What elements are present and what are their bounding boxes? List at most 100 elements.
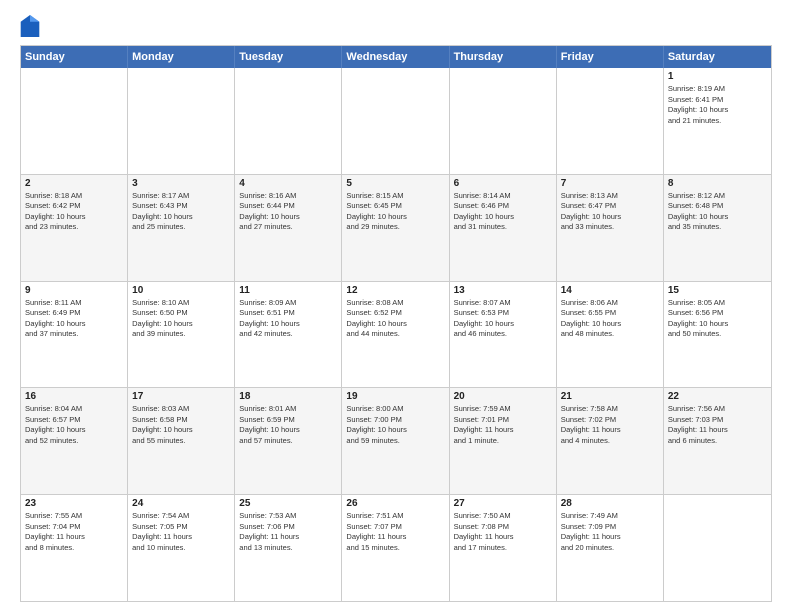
day-cell-4: 4 Sunrise: 8:16 AM Sunset: 6:44 PM Daylig… xyxy=(235,175,342,281)
day-cell-1: 1 Sunrise: 8:19 AM Sunset: 6:41 PM Daylig… xyxy=(664,68,771,174)
day-cell-9: 9 Sunrise: 8:11 AM Sunset: 6:49 PM Daylig… xyxy=(21,282,128,388)
empty-cell-0-2 xyxy=(235,68,342,174)
day-cell-28: 28 Sunrise: 7:49 AM Sunset: 7:09 PM Dayli… xyxy=(557,495,664,601)
calendar-body: 1 Sunrise: 8:19 AM Sunset: 6:41 PM Daylig… xyxy=(21,68,771,601)
header-day-sunday: Sunday xyxy=(21,46,128,68)
day-details: Sunrise: 7:58 AM Sunset: 7:02 PM Dayligh… xyxy=(561,404,659,446)
day-number: 12 xyxy=(346,285,444,296)
day-number: 27 xyxy=(454,498,552,509)
day-details: Sunrise: 8:05 AM Sunset: 6:56 PM Dayligh… xyxy=(668,298,767,340)
day-cell-25: 25Sunrise: 7:53 AM Sunset: 7:06 PM Dayli… xyxy=(235,495,342,601)
day-cell-8: 8Sunrise: 8:12 AM Sunset: 6:48 PM Daylig… xyxy=(664,175,771,281)
week-row-1: 2 Sunrise: 8:18 AM Sunset: 6:42 PM Daylig… xyxy=(21,175,771,282)
day-number: 3 xyxy=(132,178,230,189)
empty-cell-0-5 xyxy=(557,68,664,174)
day-cell-17: 17 Sunrise: 8:03 AM Sunset: 6:58 PM Dayli… xyxy=(128,388,235,494)
day-details: Sunrise: 7:55 AM Sunset: 7:04 PM Dayligh… xyxy=(25,511,123,553)
week-row-2: 9 Sunrise: 8:11 AM Sunset: 6:49 PM Daylig… xyxy=(21,282,771,389)
day-details: Sunrise: 8:09 AM Sunset: 6:51 PM Dayligh… xyxy=(239,298,337,340)
day-number: 16 xyxy=(25,391,123,402)
day-number: 1 xyxy=(668,71,767,82)
day-number: 18 xyxy=(239,391,337,402)
day-cell-22: 22 Sunrise: 7:56 AM Sunset: 7:03 PM Dayli… xyxy=(664,388,771,494)
day-cell-19: 19Sunrise: 8:00 AM Sunset: 7:00 PM Dayli… xyxy=(342,388,449,494)
day-cell-21: 21 Sunrise: 7:58 AM Sunset: 7:02 PM Dayli… xyxy=(557,388,664,494)
day-number: 20 xyxy=(454,391,552,402)
day-details: Sunrise: 7:59 AM Sunset: 7:01 PM Dayligh… xyxy=(454,404,552,446)
day-cell-2: 2 Sunrise: 8:18 AM Sunset: 6:42 PM Daylig… xyxy=(21,175,128,281)
day-details: Sunrise: 8:00 AM Sunset: 7:00 PM Dayligh… xyxy=(346,404,444,446)
day-details: Sunrise: 8:11 AM Sunset: 6:49 PM Dayligh… xyxy=(25,298,123,340)
calendar: SundayMondayTuesdayWednesdayThursdayFrid… xyxy=(20,45,772,602)
day-number: 26 xyxy=(346,498,444,509)
day-number: 21 xyxy=(561,391,659,402)
week-row-4: 23 Sunrise: 7:55 AM Sunset: 7:04 PM Dayli… xyxy=(21,495,771,601)
day-cell-6: 6 Sunrise: 8:14 AM Sunset: 6:46 PM Daylig… xyxy=(450,175,557,281)
day-number: 4 xyxy=(239,178,337,189)
day-details: Sunrise: 8:19 AM Sunset: 6:41 PM Dayligh… xyxy=(668,84,767,126)
day-details: Sunrise: 8:16 AM Sunset: 6:44 PM Dayligh… xyxy=(239,191,337,233)
calendar-header-row: SundayMondayTuesdayWednesdayThursdayFrid… xyxy=(21,46,771,68)
empty-cell-0-4 xyxy=(450,68,557,174)
empty-cell-0-0 xyxy=(21,68,128,174)
day-details: Sunrise: 8:06 AM Sunset: 6:55 PM Dayligh… xyxy=(561,298,659,340)
day-details: Sunrise: 8:17 AM Sunset: 6:43 PM Dayligh… xyxy=(132,191,230,233)
day-details: Sunrise: 7:51 AM Sunset: 7:07 PM Dayligh… xyxy=(346,511,444,553)
day-cell-27: 27 Sunrise: 7:50 AM Sunset: 7:08 PM Dayli… xyxy=(450,495,557,601)
day-details: Sunrise: 8:03 AM Sunset: 6:58 PM Dayligh… xyxy=(132,404,230,446)
day-number: 9 xyxy=(25,285,123,296)
week-row-3: 16 Sunrise: 8:04 AM Sunset: 6:57 PM Dayli… xyxy=(21,388,771,495)
day-details: Sunrise: 8:10 AM Sunset: 6:50 PM Dayligh… xyxy=(132,298,230,340)
day-cell-3: 3 Sunrise: 8:17 AM Sunset: 6:43 PM Daylig… xyxy=(128,175,235,281)
header-day-friday: Friday xyxy=(557,46,664,68)
day-details: Sunrise: 8:15 AM Sunset: 6:45 PM Dayligh… xyxy=(346,191,444,233)
empty-cell-4-6 xyxy=(664,495,771,601)
day-details: Sunrise: 8:08 AM Sunset: 6:52 PM Dayligh… xyxy=(346,298,444,340)
day-details: Sunrise: 8:13 AM Sunset: 6:47 PM Dayligh… xyxy=(561,191,659,233)
day-cell-20: 20 Sunrise: 7:59 AM Sunset: 7:01 PM Dayli… xyxy=(450,388,557,494)
day-cell-10: 10 Sunrise: 8:10 AM Sunset: 6:50 PM Dayli… xyxy=(128,282,235,388)
day-cell-24: 24 Sunrise: 7:54 AM Sunset: 7:05 PM Dayli… xyxy=(128,495,235,601)
day-number: 11 xyxy=(239,285,337,296)
day-number: 14 xyxy=(561,285,659,296)
day-cell-23: 23 Sunrise: 7:55 AM Sunset: 7:04 PM Dayli… xyxy=(21,495,128,601)
day-cell-16: 16 Sunrise: 8:04 AM Sunset: 6:57 PM Dayli… xyxy=(21,388,128,494)
header-day-tuesday: Tuesday xyxy=(235,46,342,68)
logo-icon xyxy=(20,15,40,37)
day-number: 2 xyxy=(25,178,123,189)
day-details: Sunrise: 7:49 AM Sunset: 7:09 PM Dayligh… xyxy=(561,511,659,553)
empty-cell-0-1 xyxy=(128,68,235,174)
day-number: 24 xyxy=(132,498,230,509)
day-number: 10 xyxy=(132,285,230,296)
day-number: 7 xyxy=(561,178,659,189)
empty-cell-0-3 xyxy=(342,68,449,174)
day-number: 23 xyxy=(25,498,123,509)
day-number: 8 xyxy=(668,178,767,189)
day-details: Sunrise: 7:54 AM Sunset: 7:05 PM Dayligh… xyxy=(132,511,230,553)
day-details: Sunrise: 7:56 AM Sunset: 7:03 PM Dayligh… xyxy=(668,404,767,446)
day-number: 22 xyxy=(668,391,767,402)
day-cell-15: 15 Sunrise: 8:05 AM Sunset: 6:56 PM Dayli… xyxy=(664,282,771,388)
day-number: 28 xyxy=(561,498,659,509)
day-cell-11: 11 Sunrise: 8:09 AM Sunset: 6:51 PM Dayli… xyxy=(235,282,342,388)
day-number: 17 xyxy=(132,391,230,402)
day-cell-13: 13Sunrise: 8:07 AM Sunset: 6:53 PM Dayli… xyxy=(450,282,557,388)
page: SundayMondayTuesdayWednesdayThursdayFrid… xyxy=(0,0,792,612)
day-cell-5: 5Sunrise: 8:15 AM Sunset: 6:45 PM Daylig… xyxy=(342,175,449,281)
day-details: Sunrise: 8:18 AM Sunset: 6:42 PM Dayligh… xyxy=(25,191,123,233)
header-day-thursday: Thursday xyxy=(450,46,557,68)
day-cell-18: 18 Sunrise: 8:01 AM Sunset: 6:59 PM Dayli… xyxy=(235,388,342,494)
day-details: Sunrise: 8:04 AM Sunset: 6:57 PM Dayligh… xyxy=(25,404,123,446)
day-cell-26: 26 Sunrise: 7:51 AM Sunset: 7:07 PM Dayli… xyxy=(342,495,449,601)
header-day-wednesday: Wednesday xyxy=(342,46,449,68)
day-details: Sunrise: 8:01 AM Sunset: 6:59 PM Dayligh… xyxy=(239,404,337,446)
day-details: Sunrise: 7:53 AM Sunset: 7:06 PM Dayligh… xyxy=(239,511,337,553)
header-day-monday: Monday xyxy=(128,46,235,68)
header xyxy=(20,15,772,37)
day-number: 6 xyxy=(454,178,552,189)
day-number: 15 xyxy=(668,285,767,296)
day-details: Sunrise: 8:14 AM Sunset: 6:46 PM Dayligh… xyxy=(454,191,552,233)
day-details: Sunrise: 7:50 AM Sunset: 7:08 PM Dayligh… xyxy=(454,511,552,553)
day-cell-14: 14 Sunrise: 8:06 AM Sunset: 6:55 PM Dayli… xyxy=(557,282,664,388)
header-day-saturday: Saturday xyxy=(664,46,771,68)
